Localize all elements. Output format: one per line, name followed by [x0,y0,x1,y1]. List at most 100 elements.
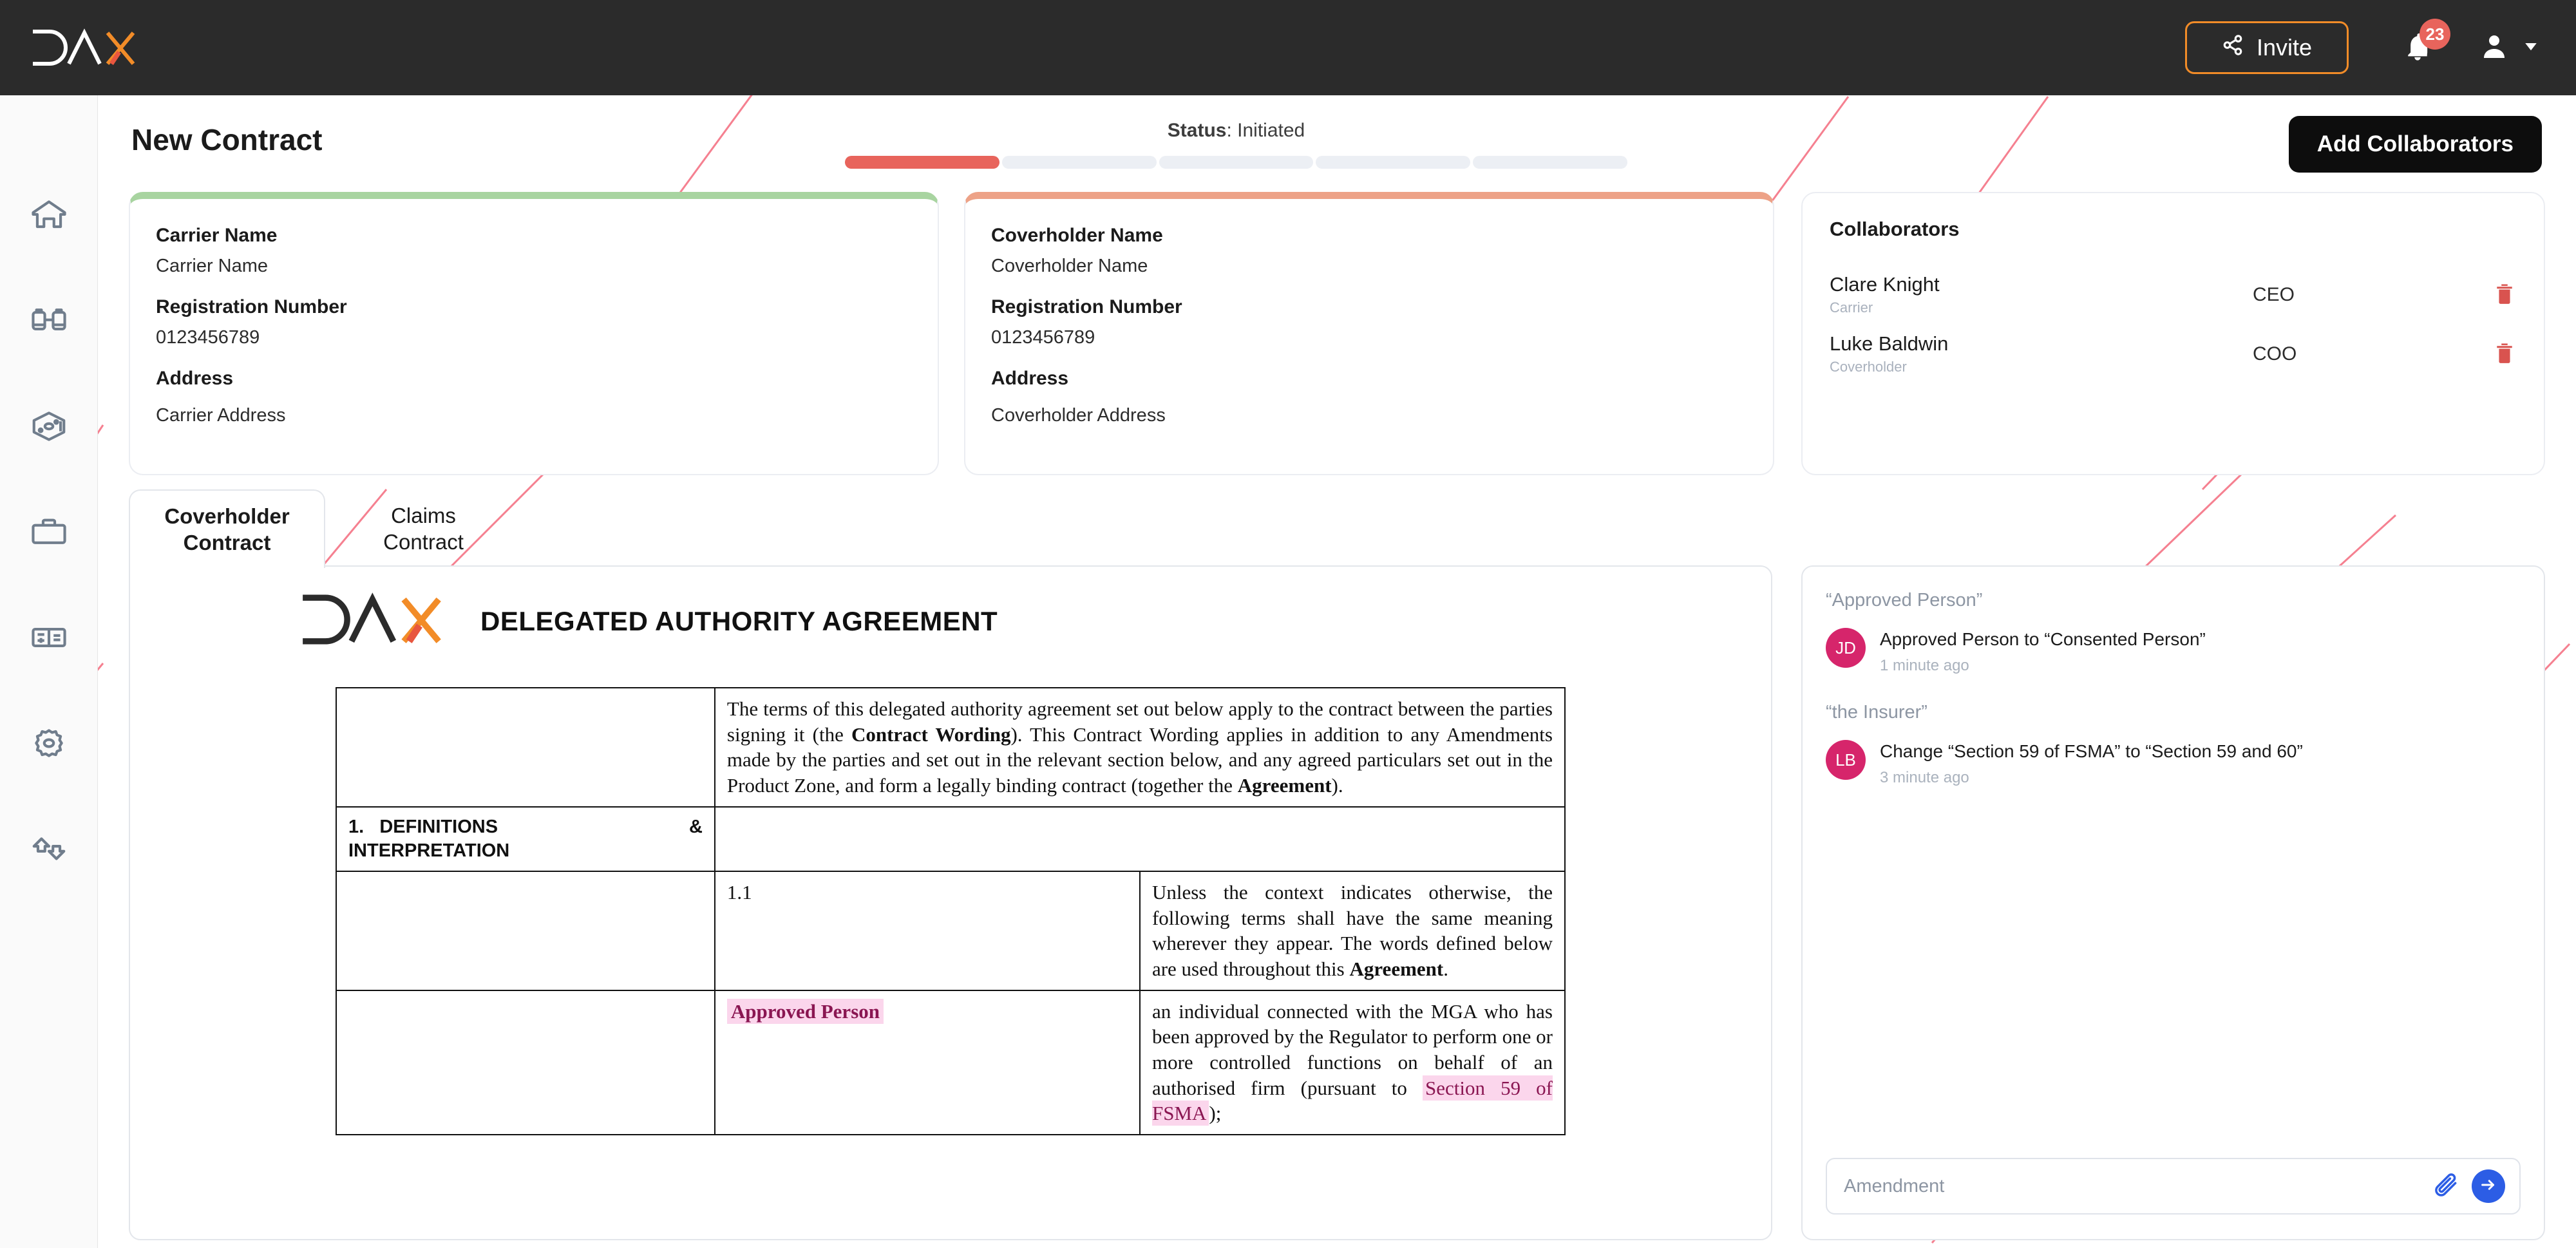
amendment-text: Change “Section 59 of FSMA” to “Section … [1880,741,2303,761]
sidebar-item-portfolio[interactable] [18,509,80,558]
amendment-input[interactable] [1844,1175,2432,1197]
coverholder-address-value: Coverholder Address [991,405,1166,426]
tab-label-line2: Contract [383,530,464,554]
section-ampersand: & [688,816,703,837]
highlighted-term-approved-person[interactable]: Approved Person [726,998,884,1024]
add-collaborators-button[interactable]: Add Collaborators [2288,116,2542,173]
attach-file-button[interactable] [2432,1171,2460,1202]
carrier-address-label: Address [156,368,234,389]
status-area: Status: Initiated [810,120,1663,169]
tab-label-line2: Contract [183,531,271,554]
amendments-panel: “Approved Person” JD Approved Person to … [1801,565,2545,1240]
tab-claims-contract[interactable]: Claims Contract [325,489,522,568]
main-content: New Contract Status: Initiated Add Colla… [98,95,2576,1248]
contract-cell-defined-term[interactable]: Approved Person [714,989,1141,1135]
page-title: New Contract [131,123,323,156]
remove-collaborator-button[interactable] [2472,339,2517,370]
contract-cell-blank [336,870,715,991]
coverholder-name-value: Coverholder Name [991,256,1148,276]
parties-row: Carrier Name Carrier Name Registration N… [98,192,2576,478]
user-menu[interactable] [2479,31,2541,65]
section-title: DEFINITIONS [379,816,498,837]
carrier-name-label: Carrier Name [156,225,278,246]
notifications-button[interactable]: 23 [2394,19,2450,71]
user-avatar-icon [2479,31,2510,65]
sidebar-item-discover[interactable] [18,298,80,346]
coverholder-registration-value: 0123456789 [991,327,1095,348]
trash-icon [2492,339,2517,370]
progress-segment [845,156,999,169]
tab-label-line1: Coverholder [164,504,290,528]
dax-logo[interactable] [29,28,138,68]
collaborator-row: Clare Knight Carrier CEO [1830,265,2517,325]
sidebar-item-reports[interactable] [18,614,80,663]
contract-table: The terms of this delegated authority ag… [336,687,1566,1135]
intro-term-contract-wording: Contract Wording [851,723,1011,746]
intro-term-agreement: Agreement [1237,774,1332,797]
share-icon [2222,34,2244,62]
contract-cell-section-heading: 1. DEFINITIONS & INTERPRETATION [336,806,715,872]
status-text: Status: Initiated [1167,120,1305,141]
carrier-address-value: Carrier Address [156,405,286,426]
tab-coverholder-contract[interactable]: Coverholder Contract [129,489,325,568]
document-dax-logo [298,592,446,650]
carrier-registration-label: Registration Number [156,296,347,317]
collaborator-role: COO [2253,343,2297,364]
progress-segment [1001,156,1157,169]
contract-document-panel[interactable]: DELEGATED AUTHORITY AGREEMENT The terms … [129,565,1772,1240]
collaborators-card: Collaborators Clare Knight Carrier CEO L… [1801,192,2545,475]
amendment-item[interactable]: JD Approved Person to “Consented Person”… [1826,628,2521,675]
chevron-down-icon [2521,37,2541,59]
amendment-item[interactable]: LB Change “Section 59 of FSMA” to “Secti… [1826,740,2521,787]
status-label: Status [1167,120,1227,141]
sidebar-item-network[interactable] [18,403,80,452]
document-title: DELEGATED AUTHORITY AGREEMENT [480,605,998,636]
briefcase-icon [29,512,69,555]
tab-label-line1: Claims [391,503,456,527]
home-icon [29,195,69,238]
contract-tabs: Coverholder Contract Claims Contract [129,489,522,568]
amendment-group: “the Insurer” LB Change “Section 59 of F… [1826,702,2521,787]
contract-cell-blank [714,806,1566,872]
send-amendment-button[interactable] [2472,1169,2505,1203]
top-navigation-bar: Invite 23 [0,0,2576,95]
amendment-avatar: LB [1826,740,1866,780]
collaborator-name: Clare Knight [1830,272,1940,296]
clause-text-2: . [1443,957,1448,980]
invite-button[interactable]: Invite [2184,21,2349,74]
collaborator-org: Coverholder [1830,359,1907,375]
definition-text-2: ); [1209,1102,1222,1125]
collaborator-name: Luke Baldwin [1830,332,1949,355]
clause-term-agreement: Agreement [1349,957,1444,980]
coverholder-card: Coverholder Name Coverholder Name Regist… [964,192,1774,475]
page-header: New Contract Status: Initiated Add Colla… [98,95,2576,192]
contract-cell-intro: The terms of this delegated authority ag… [714,687,1566,808]
paperclip-icon [2432,1171,2460,1202]
trash-icon [2492,280,2517,310]
table-row: 1. DEFINITIONS & INTERPRETATION [336,806,1566,872]
progress-segment [1316,156,1471,169]
invite-button-label: Invite [2256,34,2312,61]
sidebar-item-home[interactable] [18,192,80,241]
amendment-avatar: JD [1826,628,1866,668]
status-value: Initiated [1237,120,1305,141]
amendment-group: “Approved Person” JD Approved Person to … [1826,590,2521,675]
collaborators-title: Collaborators [1830,218,1960,240]
amendment-timestamp: 3 minute ago [1880,769,1969,786]
amendment-input-row [1826,1158,2521,1215]
remove-collaborator-button[interactable] [2472,280,2517,310]
amendment-group-title: “Approved Person” [1826,590,1983,610]
amendment-text: Approved Person to “Consented Person” [1880,629,2206,649]
sidebar-item-transfers[interactable] [18,826,80,875]
table-row: 1.1 Unless the context indicates otherwi… [336,870,1566,991]
amendment-timestamp: 1 minute ago [1880,657,1969,674]
section-number: 1. [348,816,365,837]
intro-text-3: ). [1331,774,1343,797]
carrier-card: Carrier Name Carrier Name Registration N… [129,192,939,475]
sidebar-item-settings[interactable] [18,720,80,769]
status-progress-bar [845,156,1627,169]
collaborator-org: Carrier [1830,299,1873,316]
progress-segment [1473,156,1627,169]
coverholder-address-label: Address [991,368,1069,389]
table-row: Approved Person an individual connected … [336,989,1566,1135]
